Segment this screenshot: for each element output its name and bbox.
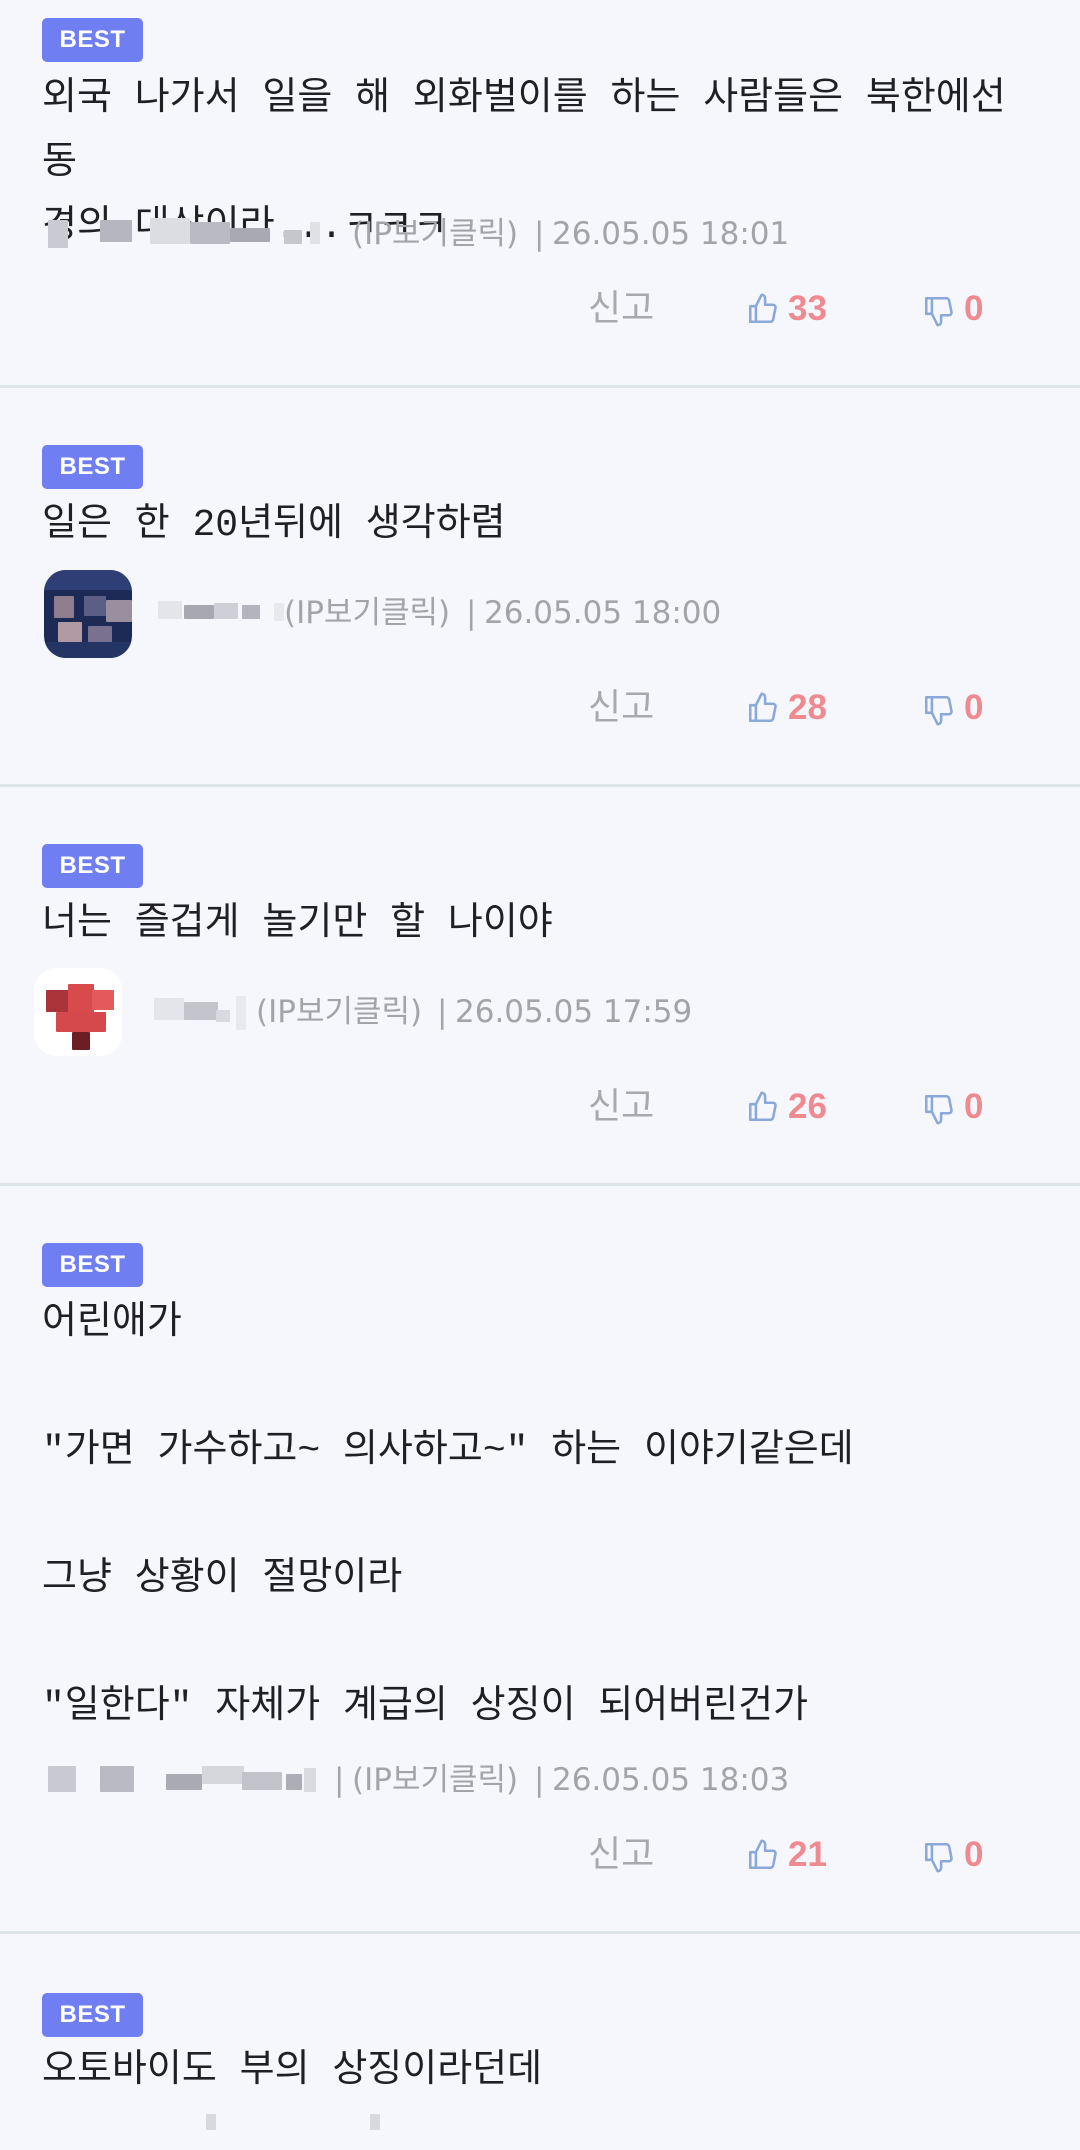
comment-divider [0,1183,1080,1186]
thumbs-up-icon[interactable] [746,1089,780,1125]
avatar[interactable] [34,968,122,1056]
thumbs-up-icon[interactable] [746,291,780,327]
meta-separator: | [534,1762,545,1798]
report-button[interactable]: 신고 [588,285,654,333]
ip-view-link[interactable]: (IP보기클릭) [284,593,450,633]
best-badge: BEST [42,445,143,489]
meta-separator: | [437,994,448,1030]
comment-text: 너는 즐겁게 놀기만 할 나이야 [42,903,553,946]
best-badge: BEST [42,1993,143,2037]
meta-separator: | [534,216,545,252]
like-count: 26 [788,1087,827,1126]
thumbs-up-icon[interactable] [746,1837,780,1873]
comment-text: 어린애가 "가면 가수하고~ 의사하고~" 하는 이야기같은데 그냥 상황이 절… [42,1302,854,1729]
dislike-count: 0 [964,1835,984,1874]
thumbs-down-icon[interactable] [922,1839,956,1875]
best-badge: BEST [42,18,143,62]
comment-text: 오토바이도 부의 상징이라던데 [42,2050,543,2093]
meta-separator: | [466,595,477,631]
ip-view-link[interactable]: (IP보기클릭) [352,1760,518,1800]
dislike-count: 0 [964,688,984,727]
like-count: 21 [788,1835,827,1874]
report-button[interactable]: 신고 [588,1083,654,1131]
comment-divider [0,385,1080,388]
ip-view-link[interactable]: (IP보기클릭) [256,992,422,1032]
dislike-count: 0 [964,1087,984,1126]
comment-date: 26.05.05 18:01 [552,216,790,252]
best-badge: BEST [42,1243,143,1287]
comment-divider [0,1931,1080,1934]
ip-view-link[interactable]: (IP보기클릭) [352,214,518,254]
meta-separator-lead: | [334,1762,345,1798]
comment-date: 26.05.05 18:00 [484,595,722,631]
comment-date: 26.05.05 18:03 [552,1762,790,1798]
like-count: 33 [788,289,827,328]
dislike-count: 0 [964,289,984,328]
comment-divider [0,784,1080,787]
like-count: 28 [788,688,827,727]
thumbs-down-icon[interactable] [922,692,956,728]
comment-date: 26.05.05 17:59 [455,994,693,1030]
thumbs-down-icon[interactable] [922,1091,956,1127]
report-button[interactable]: 신고 [588,684,654,732]
best-badge: BEST [42,844,143,888]
report-button[interactable]: 신고 [588,1831,654,1879]
comment-text: 일은 한 20년뒤에 생각하렴 [42,504,506,547]
thumbs-down-icon[interactable] [922,293,956,329]
thumbs-up-icon[interactable] [746,690,780,726]
avatar[interactable] [44,570,132,658]
